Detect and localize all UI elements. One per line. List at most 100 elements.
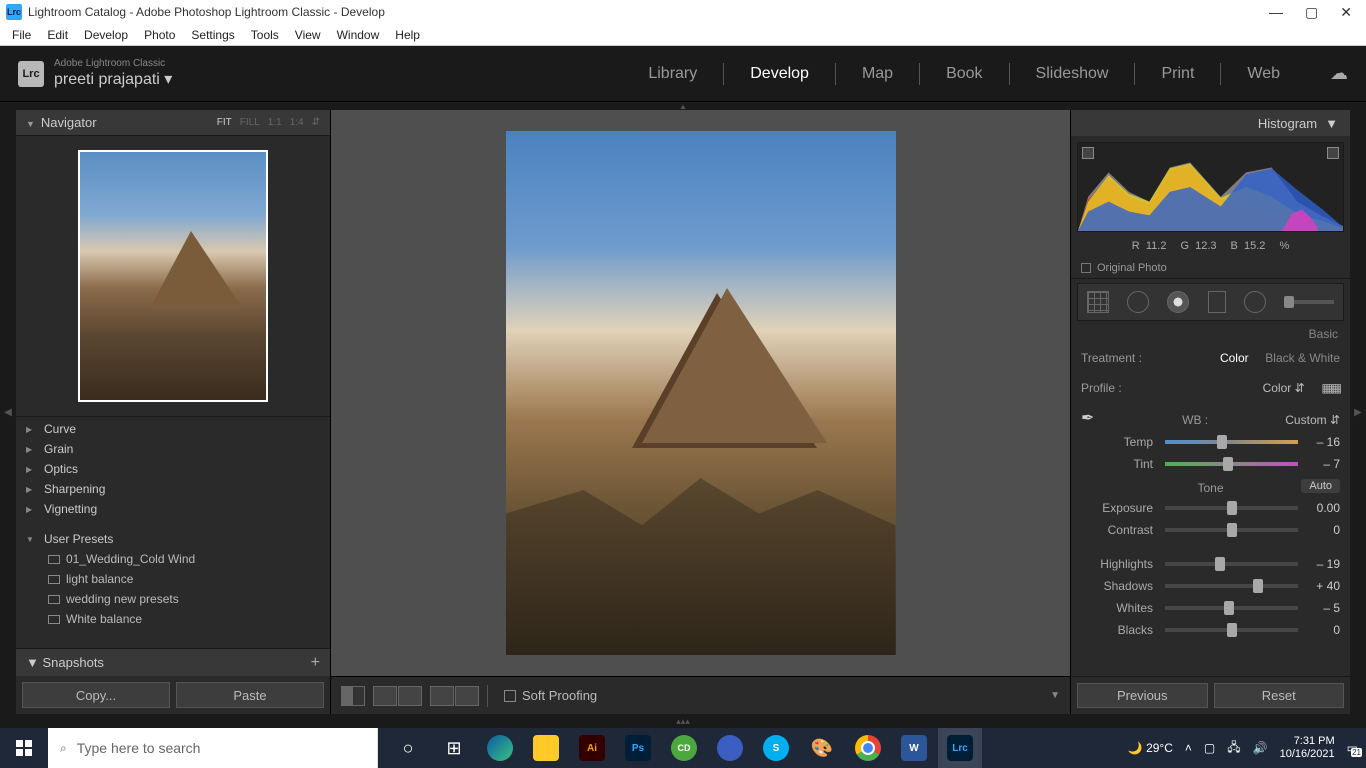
paint-icon[interactable]: 🎨	[800, 728, 844, 768]
histogram-display[interactable]	[1077, 142, 1344, 232]
menu-help[interactable]: Help	[387, 26, 428, 44]
chrome-icon[interactable]	[846, 728, 890, 768]
preset-group[interactable]: ▶Grain	[16, 439, 330, 459]
illustrator-icon[interactable]: Ai	[570, 728, 614, 768]
coreldraw-icon[interactable]: CD	[662, 728, 706, 768]
auto-tone-button[interactable]: Auto	[1301, 479, 1340, 493]
profile-selector[interactable]: Color ⇵	[1263, 381, 1305, 395]
crop-tool-icon[interactable]	[1087, 291, 1109, 313]
highlights-slider[interactable]	[1165, 562, 1298, 566]
menu-tools[interactable]: Tools	[243, 26, 287, 44]
contrast-value[interactable]: 0	[1302, 523, 1340, 537]
module-map[interactable]: Map	[862, 65, 893, 83]
before-after-split-lr-button[interactable]	[398, 686, 422, 706]
minimize-button[interactable]: —	[1269, 4, 1283, 21]
shadow-clip-icon[interactable]	[1082, 147, 1094, 159]
app-icon[interactable]	[708, 728, 752, 768]
copy-button[interactable]: Copy...	[22, 682, 170, 708]
taskbar-search[interactable]: ⌕ Type here to search	[48, 728, 378, 768]
blacks-slider[interactable]	[1165, 628, 1298, 632]
meet-now-icon[interactable]: ▢	[1204, 741, 1215, 755]
histogram-header[interactable]: Histogram ▼	[1071, 110, 1350, 136]
menu-settings[interactable]: Settings	[183, 26, 242, 44]
module-library[interactable]: Library	[648, 65, 697, 83]
profile-browser-icon[interactable]: ▦▦	[1321, 381, 1340, 395]
image-canvas[interactable]	[331, 110, 1070, 676]
redeye-tool-icon[interactable]	[1167, 291, 1189, 313]
preset-item[interactable]: White balance	[16, 609, 330, 629]
weather-widget[interactable]: 🌙 29°C	[1128, 741, 1173, 755]
notifications-icon[interactable]: ▭21	[1347, 741, 1358, 755]
volume-icon[interactable]: 🔊	[1253, 741, 1268, 755]
highlights-value[interactable]: – 19	[1302, 557, 1340, 571]
preset-group[interactable]: ▶Sharpening	[16, 479, 330, 499]
treatment-color[interactable]: Color	[1220, 351, 1249, 365]
clock[interactable]: 7:31 PM 10/16/2021	[1280, 735, 1335, 761]
radial-filter-tool-icon[interactable]	[1244, 291, 1266, 313]
identity-plate[interactable]: Adobe Lightroom Classic preeti prajapati…	[54, 58, 172, 89]
whites-slider[interactable]	[1165, 606, 1298, 610]
contrast-slider[interactable]	[1165, 528, 1298, 532]
top-panel-grip[interactable]: ▲	[0, 102, 1366, 110]
zoom-dropdown-icon[interactable]: ⇵	[312, 117, 320, 128]
menu-edit[interactable]: Edit	[39, 26, 76, 44]
tint-slider[interactable]	[1165, 462, 1298, 466]
network-icon[interactable]: 🖧	[1227, 738, 1240, 759]
module-slideshow[interactable]: Slideshow	[1036, 65, 1109, 83]
menu-photo[interactable]: Photo	[136, 26, 183, 44]
tray-chevron-icon[interactable]: ˄	[1185, 741, 1192, 755]
whites-value[interactable]: – 5	[1302, 601, 1340, 615]
reset-button[interactable]: Reset	[1214, 683, 1345, 708]
wb-eyedropper-icon[interactable]: ✒	[1081, 408, 1105, 432]
filmstrip-grip[interactable]: ▴▴▴	[0, 714, 1366, 728]
before-after-tb-button[interactable]	[430, 686, 454, 706]
menu-window[interactable]: Window	[329, 26, 388, 44]
preset-item[interactable]: wedding new presets	[16, 589, 330, 609]
graduated-filter-tool-icon[interactable]	[1208, 291, 1226, 313]
close-button[interactable]: ✕	[1340, 4, 1352, 21]
preset-item[interactable]: 01_Wedding_Cold Wind	[16, 549, 330, 569]
add-snapshot-icon[interactable]: +	[311, 654, 320, 672]
zoom-fit[interactable]: FIT	[217, 117, 232, 128]
snapshots-panel-header[interactable]: ▼ Snapshots +	[16, 648, 330, 676]
preset-group[interactable]: ▶Vignetting	[16, 499, 330, 519]
maximize-button[interactable]: ▢	[1305, 4, 1318, 21]
lightroom-taskbar-icon[interactable]: Lrc	[938, 728, 982, 768]
basic-panel-label[interactable]: Basic	[1071, 325, 1350, 343]
menu-view[interactable]: View	[287, 26, 329, 44]
zoom-fill[interactable]: FILL	[240, 117, 260, 128]
cortana-icon[interactable]: ○	[386, 728, 430, 768]
original-photo-toggle[interactable]: Original Photo	[1071, 258, 1350, 279]
preset-item[interactable]: light balance	[16, 569, 330, 589]
skype-icon[interactable]: S	[754, 728, 798, 768]
blacks-value[interactable]: 0	[1302, 623, 1340, 637]
before-after-split-tb-button[interactable]	[455, 686, 479, 706]
right-panel-grip[interactable]: ▶	[1350, 110, 1366, 714]
shadows-value[interactable]: + 40	[1302, 579, 1340, 593]
tint-value[interactable]: – 7	[1302, 457, 1340, 471]
cloud-sync-icon[interactable]: ☁	[1330, 63, 1348, 84]
explorer-icon[interactable]	[524, 728, 568, 768]
zoom-1-1[interactable]: 1:1	[268, 117, 282, 128]
module-develop[interactable]: Develop	[750, 65, 809, 83]
spot-removal-tool-icon[interactable]	[1127, 291, 1149, 313]
module-web[interactable]: Web	[1247, 65, 1280, 83]
treatment-bw[interactable]: Black & White	[1265, 351, 1340, 365]
before-after-lr-button[interactable]	[373, 686, 397, 706]
wb-selector[interactable]: Custom ⇵	[1285, 413, 1340, 427]
toolbar-dropdown-icon[interactable]: ▼	[1050, 690, 1060, 701]
preset-group[interactable]: ▶Optics	[16, 459, 330, 479]
word-icon[interactable]: W	[892, 728, 936, 768]
navigator-header[interactable]: ▼Navigator FIT FILL 1:1 1:4 ⇵	[16, 110, 330, 136]
task-view-icon[interactable]: ⊞	[432, 728, 476, 768]
previous-button[interactable]: Previous	[1077, 683, 1208, 708]
left-panel-grip[interactable]: ◀	[0, 110, 16, 714]
zoom-1-4[interactable]: 1:4	[290, 117, 304, 128]
user-presets-group[interactable]: ▼User Presets	[16, 529, 330, 549]
start-button[interactable]	[0, 728, 48, 768]
shadows-slider[interactable]	[1165, 584, 1298, 588]
preset-group[interactable]: ▶Curve	[16, 419, 330, 439]
paste-button[interactable]: Paste	[176, 682, 324, 708]
exposure-value[interactable]: 0.00	[1302, 501, 1340, 515]
menu-develop[interactable]: Develop	[76, 26, 136, 44]
